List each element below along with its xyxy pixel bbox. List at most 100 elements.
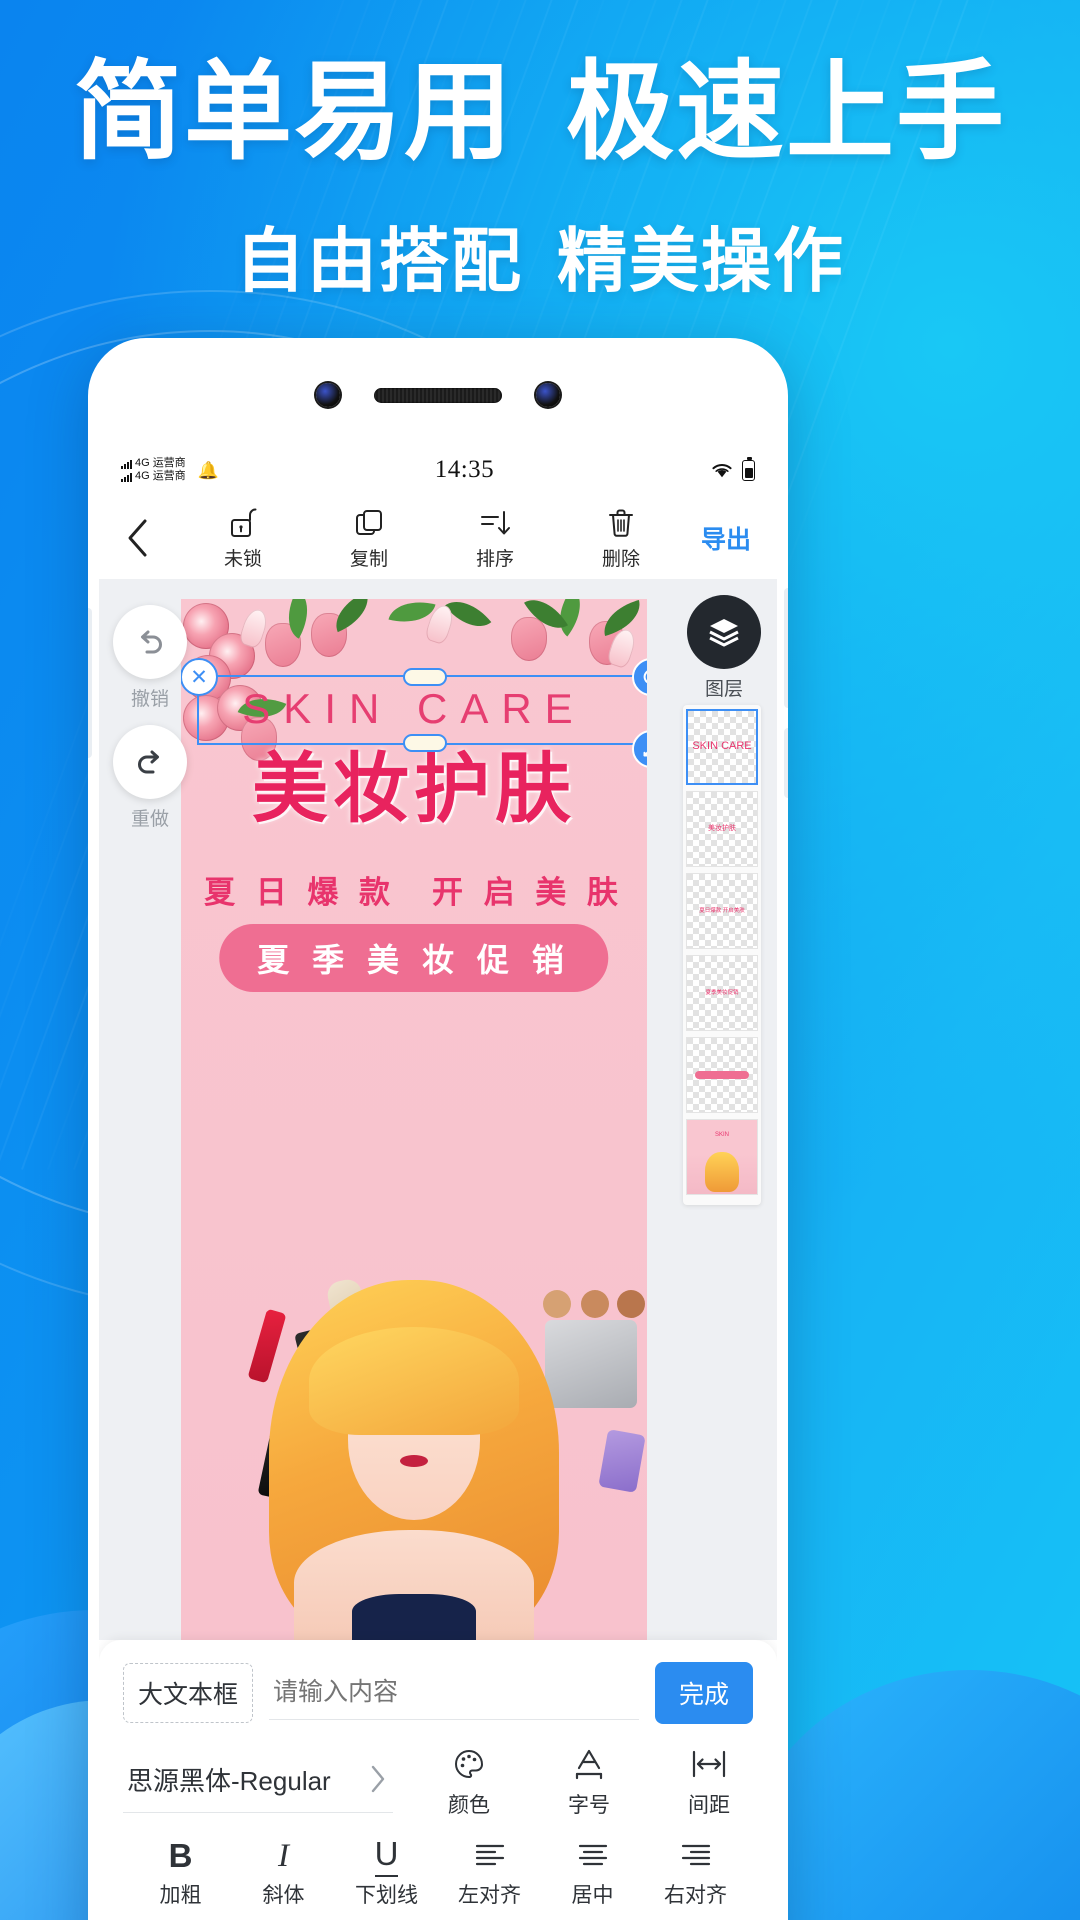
phone-volume-button <box>784 588 788 708</box>
status-bar: 4G 运营商 4G 运营商 🔔 14:35 <box>99 449 777 491</box>
layer-item-skin-care[interactable]: SKIN CARE <box>686 709 758 785</box>
bell-icon: 🔔 <box>197 460 219 480</box>
color-button[interactable]: 颜色 <box>425 1744 513 1819</box>
align-center-button[interactable]: 居中 <box>541 1835 644 1909</box>
battery-icon <box>742 457 755 481</box>
palette-pan-1 <box>543 1290 571 1318</box>
poster-subtitle-row[interactable]: 夏 日 爆 款开 启 美 肤 <box>181 867 647 912</box>
align-left-button-label: 左对齐 <box>458 1884 521 1907</box>
signal-bars-icon <box>121 473 132 482</box>
girl-hair-front <box>309 1327 519 1435</box>
layer-item-promo[interactable]: 夏季美妆促销 <box>686 955 758 1031</box>
sort-icon <box>456 506 534 540</box>
rosebud-icon <box>511 617 547 661</box>
text-style-row: B 加粗 I 斜体 U 下划线 左对齐 居中 右对齐 <box>99 1819 777 1909</box>
font-row: 思源黑体-Regular 颜色 字号 间距 <box>99 1724 777 1819</box>
done-button[interactable]: 完成 <box>654 1662 753 1724</box>
selection-box[interactable]: ✕ <box>181 658 647 768</box>
align-right-button[interactable]: 右对齐 <box>644 1835 747 1909</box>
underline-button[interactable]: U 下划线 <box>335 1835 438 1909</box>
promo-headline: 简单易用 极速上手 <box>0 51 1080 173</box>
copy-button[interactable]: 复制 <box>330 506 408 571</box>
palette-pan-2 <box>581 1290 609 1318</box>
poster-canvas[interactable]: SKIN CARE 美妆护肤 夏 日 爆 款开 启 美 肤 夏 季 美 妆 促 … <box>181 599 647 1640</box>
bold-button[interactable]: B 加粗 <box>129 1835 232 1909</box>
font-size-button-label: 字号 <box>568 1794 610 1817</box>
align-left-button[interactable]: 左对齐 <box>438 1835 541 1909</box>
sort-button[interactable]: 排序 <box>456 506 534 571</box>
layers-button[interactable]: 图层 <box>687 595 761 701</box>
redo-icon <box>113 725 187 799</box>
promo-subline-right: 精美操作 <box>557 222 845 300</box>
palette-grey-icon <box>545 1320 637 1408</box>
color-button-label: 颜色 <box>448 1794 490 1817</box>
sim2-indicator: 4G 运营商 <box>121 471 186 482</box>
layer-item-background[interactable]: SKIN <box>686 1119 758 1195</box>
app-toolbar: 未锁 复制 排序 删除 导出 <box>99 497 777 579</box>
palette-icon <box>425 1744 513 1784</box>
poster-subtitle-left: 夏 日 爆 款 <box>204 875 396 910</box>
phone-mockup: 4G 运营商 4G 运营商 🔔 14:35 未锁 复制 排序 删除 导出 SKI… <box>88 338 788 1920</box>
layer-list[interactable]: SKIN CARE 美妆护肤 夏日爆款 开启美肤 夏季美妆促销 SKIN <box>683 705 761 1205</box>
phone-side-button-left <box>88 608 92 758</box>
copy-button-label: 复制 <box>349 548 388 570</box>
align-right-icon <box>644 1835 747 1877</box>
layer-item-title-zh[interactable]: 美妆护肤 <box>686 791 758 867</box>
sort-button-label: 排序 <box>475 548 514 570</box>
lock-button[interactable]: 未锁 <box>204 506 282 571</box>
selection-handle-bottom[interactable] <box>403 734 447 752</box>
selection-handle-top[interactable] <box>403 668 447 686</box>
letter-spacing-button[interactable]: 间距 <box>665 1744 753 1819</box>
layer-item-subtitle[interactable]: 夏日爆款 开启美肤 <box>686 873 758 949</box>
girl-lips <box>400 1455 428 1467</box>
layers-button-label: 图层 <box>704 679 743 700</box>
front-camera-icon <box>316 383 340 407</box>
canvas-area[interactable]: SKIN CARE 美妆护肤 夏 日 爆 款 开 启 美 肤 夏 季 美 妆 促 … <box>99 579 777 1640</box>
undo-button[interactable]: 撤销 <box>113 605 187 711</box>
text-content-input[interactable] <box>269 1666 639 1720</box>
phone-screen: 4G 运营商 4G 运营商 🔔 14:35 未锁 复制 排序 删除 导出 SKI… <box>99 349 777 1920</box>
underline-glyph: U <box>374 1835 399 1877</box>
redo-button[interactable]: 重做 <box>113 725 187 831</box>
layers-icon <box>687 595 761 669</box>
redo-label: 重做 <box>130 809 169 830</box>
phone-power-button <box>784 728 788 798</box>
text-input-row: 大文本框 完成 <box>99 1640 777 1724</box>
italic-icon: I <box>232 1835 335 1877</box>
promo-subline: 自由搭配 精美操作 <box>0 205 1080 306</box>
sim1-network: 4G <box>135 457 150 469</box>
font-size-icon <box>545 1744 633 1784</box>
sim1-carrier: 运营商 <box>152 457 186 469</box>
italic-button[interactable]: I 斜体 <box>232 1835 335 1909</box>
text-editor-panel: 大文本框 完成 思源黑体-Regular <box>99 1640 777 1920</box>
status-bar-left: 4G 运营商 4G 运营商 🔔 <box>121 458 219 482</box>
lipstick-red-icon <box>247 1308 287 1384</box>
italic-glyph: I <box>278 1837 289 1874</box>
align-right-button-label: 右对齐 <box>664 1884 727 1907</box>
layer-thumb-mini-text: SKIN <box>714 1132 729 1138</box>
delete-button[interactable]: 删除 <box>582 506 660 571</box>
font-family-selector[interactable]: 思源黑体-Regular <box>123 1751 393 1813</box>
trash-icon <box>582 506 660 540</box>
delete-button-label: 删除 <box>601 548 640 570</box>
back-button[interactable] <box>125 517 177 559</box>
sim-indicators: 4G 运营商 4G 运营商 <box>121 458 186 482</box>
export-button[interactable]: 导出 <box>687 520 751 556</box>
layer-item-pill-shape[interactable] <box>686 1037 758 1113</box>
promo-headline-right: 极速上手 <box>566 51 1007 172</box>
bold-button-label: 加粗 <box>159 1884 202 1907</box>
unlock-icon <box>204 506 282 540</box>
status-bar-time: 14:35 <box>434 456 495 483</box>
poster-promo-pill[interactable]: 夏 季 美 妆 促 销 <box>219 924 609 992</box>
undo-icon <box>113 605 187 679</box>
layer-thumb-image: SKIN <box>687 1120 757 1194</box>
layer-thumb-text: SKIN CARE <box>692 740 752 753</box>
layer-thumb-text: 夏季美妆促销 <box>705 989 739 996</box>
font-size-button[interactable]: 字号 <box>545 1744 633 1819</box>
textbox-type-button[interactable]: 大文本框 <box>123 1663 254 1723</box>
chevron-right-icon <box>369 1764 387 1794</box>
copy-icon <box>330 506 408 540</box>
underline-button-label: 下划线 <box>355 1884 418 1907</box>
font-tools: 颜色 字号 间距 <box>403 1744 753 1819</box>
front-sensor-icon <box>536 383 560 407</box>
